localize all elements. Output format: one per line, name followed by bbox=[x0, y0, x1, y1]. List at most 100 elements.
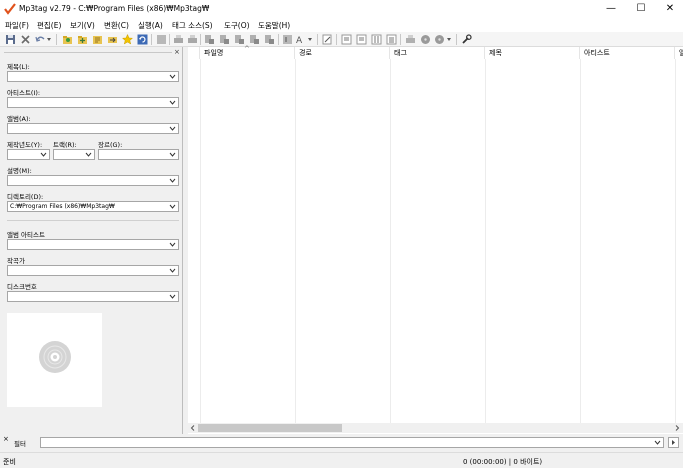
filter-bar: × 필터 bbox=[0, 434, 683, 452]
select-all-icon[interactable] bbox=[156, 34, 167, 45]
print-preview-icon[interactable] bbox=[187, 34, 198, 45]
chevron-down-icon bbox=[85, 152, 92, 157]
change-directory-icon[interactable] bbox=[62, 34, 73, 45]
cover-art[interactable] bbox=[7, 313, 102, 407]
panel-close-icon[interactable]: × bbox=[174, 48, 180, 56]
refresh-icon[interactable] bbox=[137, 34, 148, 45]
menu-tools[interactable]: 도구(O) bbox=[224, 20, 250, 31]
favorites-star-icon[interactable] bbox=[122, 34, 133, 45]
album-field-label: 앨범(A): bbox=[7, 115, 31, 123]
artist-field[interactable] bbox=[7, 97, 179, 108]
column-divider bbox=[675, 59, 676, 423]
column-header-artist[interactable]: 아티스트 bbox=[580, 47, 675, 59]
menu-actions[interactable]: 실행(A) bbox=[138, 20, 163, 31]
composer-field[interactable] bbox=[7, 265, 179, 276]
comment-field-label: 설명(M): bbox=[7, 167, 32, 175]
extended-tags-icon[interactable] bbox=[341, 34, 352, 45]
file-list[interactable]: ^ 파일명 경로 태그 제목 아티스트 앨 bbox=[188, 45, 683, 423]
comment-field[interactable] bbox=[7, 175, 179, 186]
web-source-icon[interactable] bbox=[405, 34, 416, 45]
toolbar-separator bbox=[278, 34, 279, 45]
tag-tag-icon[interactable] bbox=[264, 34, 275, 45]
chevron-down-icon bbox=[169, 100, 176, 105]
open-playlist-icon[interactable] bbox=[92, 34, 103, 45]
case-conversion-icon[interactable]: A bbox=[296, 34, 307, 45]
save-icon[interactable] bbox=[5, 34, 16, 45]
edit-icon[interactable] bbox=[322, 34, 333, 45]
menu-tag-sources[interactable]: 태그 소스(S) bbox=[172, 20, 213, 31]
album-artist-field[interactable] bbox=[7, 239, 179, 250]
column-header-path[interactable]: 경로 bbox=[295, 47, 390, 59]
panel-divider bbox=[7, 220, 179, 221]
filter-close-icon[interactable]: × bbox=[3, 435, 9, 443]
filter-input[interactable] bbox=[40, 437, 664, 448]
directory-field[interactable]: C:₩Program Files (x86)₩Mp3tag₩ bbox=[7, 201, 179, 212]
menu-view[interactable]: 보기(V) bbox=[70, 20, 95, 31]
maximize-button[interactable]: ☐ bbox=[626, 0, 656, 18]
view-tags-icon[interactable] bbox=[356, 34, 367, 45]
playlist-icon[interactable] bbox=[386, 34, 397, 45]
toolbar-separator bbox=[456, 34, 457, 45]
discogs-icon[interactable] bbox=[434, 34, 445, 45]
toolbar-separator bbox=[56, 34, 57, 45]
text-file-tag-icon[interactable] bbox=[249, 34, 260, 45]
toolbar-separator bbox=[169, 34, 170, 45]
toolbar-separator bbox=[151, 34, 152, 45]
scroll-left-icon[interactable] bbox=[190, 425, 196, 431]
artist-field-label: 아티스트(I): bbox=[7, 89, 41, 97]
toolbar-separator bbox=[336, 34, 337, 45]
title-field[interactable] bbox=[7, 71, 179, 82]
chevron-down-icon bbox=[654, 440, 661, 445]
tag-source-dropdown-icon[interactable] bbox=[446, 34, 452, 45]
minimize-button[interactable]: — bbox=[596, 0, 626, 18]
remove-tag-icon[interactable] bbox=[20, 34, 31, 45]
menu-convert[interactable]: 변환(C) bbox=[104, 20, 129, 31]
toolbar-separator bbox=[400, 34, 401, 45]
column-header-tag[interactable]: 태그 bbox=[390, 47, 485, 59]
freedb-icon[interactable] bbox=[420, 34, 431, 45]
case-dropdown-icon[interactable] bbox=[307, 34, 313, 45]
column-header-album[interactable]: 앨 bbox=[675, 47, 683, 59]
print-icon[interactable] bbox=[173, 34, 184, 45]
chevron-down-icon bbox=[169, 242, 176, 247]
chevron-down-icon bbox=[169, 294, 176, 299]
add-directory-icon[interactable] bbox=[77, 34, 88, 45]
column-divider bbox=[485, 59, 486, 423]
status-text: 준비 bbox=[3, 458, 16, 466]
view-columns-icon[interactable] bbox=[371, 34, 382, 45]
undo-icon[interactable] bbox=[35, 34, 46, 45]
menu-file[interactable]: 파일(F) bbox=[5, 20, 29, 31]
auto-numbering-icon[interactable] bbox=[282, 34, 293, 45]
year-field[interactable] bbox=[7, 149, 50, 160]
menu-help[interactable]: 도움말(H) bbox=[258, 20, 290, 31]
scrollbar-thumb[interactable] bbox=[198, 424, 342, 432]
filename-filename-icon[interactable] bbox=[234, 34, 245, 45]
column-header-filename[interactable]: 파일명 bbox=[200, 47, 295, 59]
menu-bar: 파일(F) 편집(E) 보기(V) 변환(C) 실행(A) 태그 소스(S) 도… bbox=[0, 18, 683, 32]
filter-label: 필터 bbox=[14, 440, 26, 448]
horizontal-scrollbar[interactable] bbox=[188, 423, 683, 433]
undo-dropdown-icon[interactable] bbox=[46, 34, 52, 45]
toolbar: A bbox=[0, 32, 683, 47]
menu-edit[interactable]: 편집(E) bbox=[37, 20, 61, 31]
directory-field-label: 디렉토리(D): bbox=[7, 193, 44, 201]
filter-go-button[interactable] bbox=[668, 437, 679, 448]
export-icon[interactable] bbox=[107, 34, 118, 45]
column-divider bbox=[200, 59, 201, 423]
scroll-right-icon[interactable] bbox=[674, 425, 680, 431]
chevron-down-icon bbox=[169, 268, 176, 273]
filename-tag-icon[interactable] bbox=[219, 34, 230, 45]
album-field[interactable] bbox=[7, 123, 179, 134]
settings-wrench-icon[interactable] bbox=[461, 34, 472, 45]
tag-filename-icon[interactable] bbox=[204, 34, 215, 45]
directory-field-value: C:₩Program Files (x86)₩Mp3tag₩ bbox=[10, 203, 115, 210]
close-button[interactable]: ✕ bbox=[655, 0, 683, 18]
tag-panel: × 제목(L): 아티스트(I): 앨범(A): 제작년도(Y): 트랙(R):… bbox=[0, 47, 183, 434]
disc-field[interactable] bbox=[7, 291, 179, 302]
track-field[interactable] bbox=[53, 149, 95, 160]
column-header-title[interactable]: 제목 bbox=[485, 47, 580, 59]
album-artist-field-label: 앨범 아티스트 bbox=[7, 231, 45, 239]
window-title: Mp3tag v2.79 - C:₩Program Files (x86)₩Mp… bbox=[19, 4, 210, 13]
chevron-down-icon bbox=[169, 204, 176, 209]
genre-field[interactable] bbox=[98, 149, 179, 160]
